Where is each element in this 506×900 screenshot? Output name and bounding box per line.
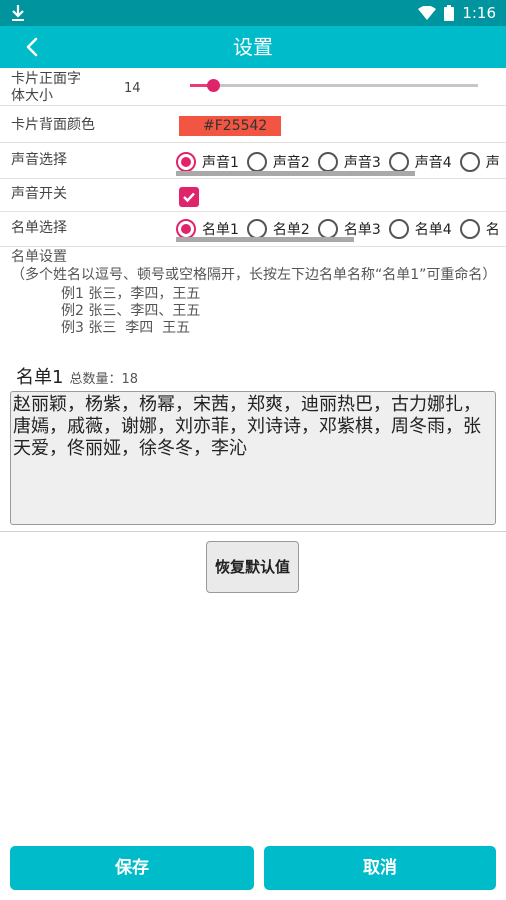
list-scrollbar[interactable] [176,237,354,242]
radio-label: 声 [485,155,500,171]
radio-label: 名单4 [414,222,452,238]
font-size-label-line1: 卡片正面字 [11,71,81,87]
radio-label: 声音1 [202,155,239,171]
examples: 例1 张三，李四，王五 例2 张三、李四、王五 例3 张三 李四 王五 [11,286,501,337]
names-textarea[interactable]: 赵丽颖，杨紫，杨幂，宋茜，郑爽，迪丽热巴，古力娜扎，唐嫣，戚薇，谢娜，刘亦菲，刘… [10,391,496,525]
slider-thumb[interactable] [207,79,221,92]
radio-selected-icon [176,219,196,239]
radio-icon [459,219,480,239]
sound-switch-row: 声音开关 [0,179,506,212]
app-toolbar: 设置 [0,26,506,68]
radio-label: 名 [485,222,500,238]
clock: 1:16 [462,4,496,22]
font-size-row: 卡片正面字 体大小 14 [0,68,506,106]
example-3: 例3 张三 李四 王五 [61,320,191,336]
radio-label: 声音4 [414,155,452,171]
radio-selected-icon [176,152,196,172]
radio-icon [317,152,338,172]
list-select-label: 名单选择 [11,220,67,236]
divider [0,246,506,247]
battery-icon [444,5,455,21]
radio-icon [317,219,338,239]
radio-icon [388,219,409,239]
back-color-row: 卡片背面颜色 #F25542 [0,106,506,143]
radio-icon [459,152,480,172]
sound-select-row: 声音选择 声音1 声音2 声音3 声音4 声 [0,143,506,178]
sound-switch-checkbox[interactable] [179,187,199,207]
radio-label: 名单1 [202,222,239,238]
list-radio-4[interactable]: 名单4 [388,216,452,242]
radio-icon [246,152,267,172]
status-bar: 1:16 [0,0,506,26]
font-size-label-line2: 体大小 [11,88,53,104]
font-size-value: 14 [124,81,141,96]
back-color-label: 卡片背面颜色 [11,117,95,133]
sound-switch-label: 声音开关 [11,186,67,202]
page-title: 设置 [233,35,273,59]
restore-defaults-button[interactable]: 恢复默认值 [206,541,299,593]
save-button[interactable]: 保存 [10,846,254,890]
count-label: 总数量： [69,372,122,387]
radio-label: 声音2 [272,155,310,171]
list-select-row: 名单选择 名单1 名单2 名单3 名单4 名 [0,212,506,247]
radio-label: 声音3 [343,155,381,171]
divider [0,531,506,532]
count-value: 18 [121,372,139,387]
radio-icon [246,219,267,239]
radio-label: 名单2 [272,222,310,238]
list-radio-5[interactable]: 名 [459,216,500,242]
list-settings-note: 名单设置 （多个姓名以逗号、顿号或空格隔开，长按左下边名单名称“名单1”可重命名… [11,248,501,337]
wifi-icon [418,6,437,20]
list-settings-title: 名单设置 [11,249,67,265]
current-list-header: 名单1 总数量： 18 [16,363,138,389]
cancel-button[interactable]: 取消 [264,846,496,890]
example-1: 例1 张三，李四，王五 [61,286,201,302]
sound-scrollbar[interactable] [176,171,415,176]
list-settings-hint: （多个姓名以逗号、顿号或空格隔开，长按左下边名单名称“名单1”可重命名） [11,267,497,283]
sound-radio-5[interactable]: 声 [459,149,500,175]
list-name[interactable]: 名单1 [16,363,63,389]
font-size-slider[interactable] [190,79,478,92]
sound-select-label: 声音选择 [11,152,67,168]
radio-label: 名单3 [343,222,381,238]
color-picker-swatch[interactable]: #F25542 [179,116,281,136]
radio-icon [388,152,409,172]
example-2: 例2 张三、李四、王五 [61,303,201,319]
font-size-label: 卡片正面字 体大小 [11,71,81,105]
download-icon [10,4,26,22]
check-icon [183,192,195,203]
